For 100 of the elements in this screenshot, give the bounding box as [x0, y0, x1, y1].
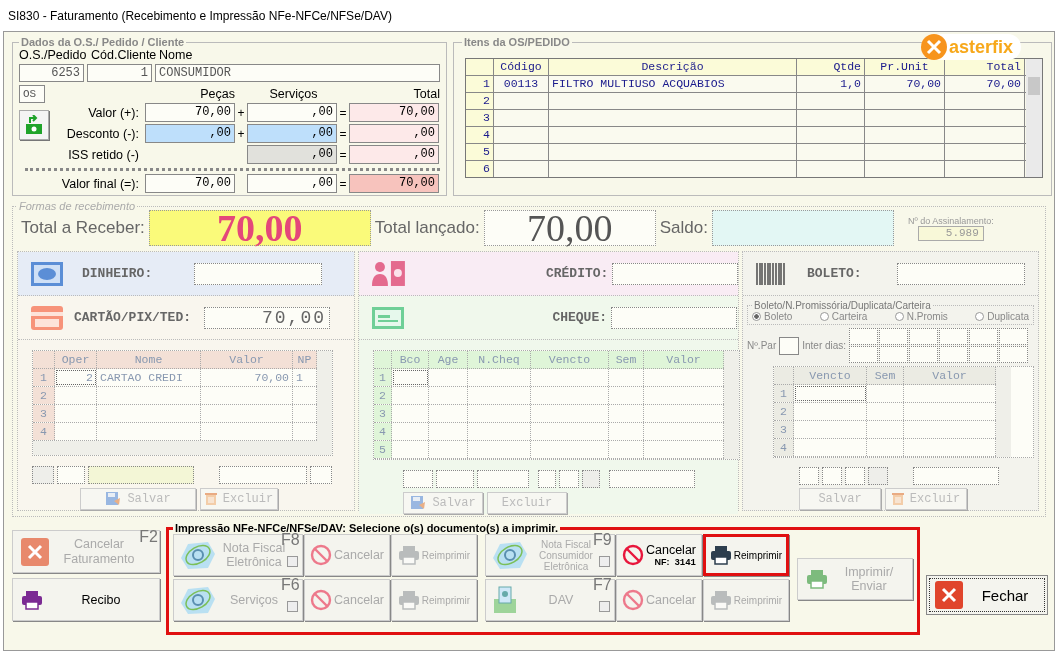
data-grid[interactable]: Oper Nome Valor NP 1 2 CARTAO CREDI 70,00 1 2 3 4 [32, 350, 333, 456]
scrollbar[interactable] [996, 367, 1011, 457]
input-field[interactable] [868, 467, 888, 485]
group-title: Boleto/N.Promissória/Duplicata/Carteira [753, 300, 931, 311]
close-button[interactable]: Fechar [926, 575, 1048, 615]
scrollbar[interactable] [317, 351, 332, 455]
column-header[interactable]: Nome [97, 351, 201, 368]
column-header[interactable]: Pr.Unit [865, 59, 945, 75]
scrollbar[interactable] [1026, 59, 1042, 177]
column-header[interactable]: Vencto [531, 351, 609, 368]
column-header[interactable]: Oper [55, 351, 97, 368]
input-field[interactable] [999, 328, 1029, 345]
installments-label: Nº.Par [747, 340, 777, 351]
input-field[interactable] [611, 306, 737, 329]
input-field[interactable] [849, 328, 879, 345]
total-field[interactable]: 70,00 [148, 210, 371, 246]
scrollbar[interactable] [33, 441, 317, 455]
data-grid[interactable]: Vencto Sem Valor 1 2 3 4 [773, 366, 1034, 458]
signal-field[interactable]: 5.989 [917, 225, 984, 241]
column-header[interactable]: Qtde [797, 59, 865, 75]
input-field[interactable] [939, 328, 969, 345]
total-field[interactable]: ,00 [349, 145, 439, 164]
input-field[interactable] [310, 466, 332, 484]
input-field[interactable] [999, 346, 1029, 363]
input-field[interactable] [403, 470, 433, 488]
input-field[interactable] [612, 262, 738, 285]
input-field[interactable] [845, 467, 865, 485]
services-field[interactable]: ,00 [247, 145, 337, 164]
cash-label: DINHEIRO: [82, 266, 154, 281]
radio-button[interactable] [975, 312, 985, 321]
services-field[interactable]: ,00 [247, 124, 337, 143]
parts-field[interactable]: 70,00 [145, 174, 235, 193]
column-header[interactable]: Sem [867, 367, 904, 384]
radio-button[interactable] [894, 312, 904, 321]
radio-button[interactable] [752, 312, 761, 321]
input-field[interactable]: CONSUMIDOR [155, 64, 440, 82]
input-field[interactable] [538, 470, 556, 488]
total-field[interactable]: 70,00 [349, 103, 439, 122]
input-field[interactable] [32, 466, 54, 484]
total-field[interactable]: 70,00 [349, 174, 439, 193]
launched-field[interactable]: 70,00 [483, 210, 656, 246]
column-header[interactable]: Vencto [794, 367, 867, 384]
input-field[interactable] [939, 346, 969, 363]
input-field[interactable] [799, 467, 819, 485]
column-header[interactable]: N.Cheq [468, 351, 531, 368]
input-field[interactable] [849, 346, 879, 363]
column-header[interactable]: Total [945, 59, 1025, 75]
cheque-icon [371, 305, 405, 330]
parts-field[interactable]: 70,00 [145, 103, 235, 122]
field-label: Cód.Cliente [91, 48, 158, 63]
plus-sign: + [237, 126, 245, 141]
input-field[interactable]: 6253 [19, 64, 84, 82]
column-header[interactable]: Valor [201, 351, 293, 368]
radio-option[interactable]: Carteira [819, 311, 868, 322]
type-field[interactable]: OS [19, 85, 45, 103]
input-field[interactable] [909, 328, 939, 345]
input-field[interactable] [969, 328, 999, 345]
input-field[interactable] [582, 470, 600, 488]
input-field[interactable] [879, 346, 909, 363]
items-table[interactable]: Código Descrição Qtde Pr.Unit Total 1 00113 FILTRO MULTIUSO ACQUABIOS 1,0 70,00 70,00 2 3 4 5 6 [465, 58, 1043, 178]
input-field[interactable] [88, 466, 194, 484]
input-field[interactable] [609, 470, 695, 488]
input-field[interactable] [477, 470, 529, 488]
balance-field[interactable] [711, 210, 894, 246]
scrollbar[interactable] [724, 351, 739, 459]
column-header[interactable]: Age [429, 351, 468, 368]
column-header[interactable]: Descrição [549, 59, 797, 75]
radio-option[interactable]: Duplicata [975, 311, 1029, 322]
column-header[interactable]: Código [494, 59, 549, 75]
input-field[interactable] [57, 466, 85, 484]
input-field[interactable] [436, 470, 474, 488]
radio-button[interactable] [819, 312, 829, 321]
services-field[interactable]: ,00 [247, 103, 337, 122]
row-number: 3 [374, 405, 392, 422]
input-field[interactable] [897, 262, 1025, 285]
parts-field[interactable]: ,00 [145, 124, 235, 143]
radio-option[interactable]: N.Promis [894, 311, 948, 322]
input-field[interactable] [879, 328, 909, 345]
refund-button[interactable] [19, 110, 49, 140]
input-field[interactable] [822, 467, 842, 485]
input-field[interactable] [969, 346, 999, 363]
window-title: SI830 - Faturamento (Recebimento e Impressão NFe-NFCe/NFSe/DAV) [8, 8, 392, 23]
field-label: Nome [159, 48, 193, 63]
receipt-button[interactable]: Recibo [12, 578, 160, 621]
services-field[interactable]: ,00 [247, 174, 337, 193]
column-header[interactable]: Sem [609, 351, 644, 368]
input-field[interactable] [909, 346, 939, 363]
column-header[interactable]: Bco [392, 351, 429, 368]
input-field[interactable] [194, 262, 322, 285]
data-grid[interactable]: Bco Age N.Cheq Vencto Sem Valor 1 2 3 4 5 [373, 350, 740, 460]
input-field[interactable] [219, 466, 307, 484]
input-field[interactable] [913, 467, 999, 485]
input-field[interactable] [779, 336, 800, 355]
equals-sign: = [339, 147, 347, 162]
row-number: 2 [466, 93, 494, 109]
input-field[interactable]: 1 [87, 64, 152, 82]
input-field[interactable]: 70,00 [204, 306, 330, 329]
input-field[interactable] [559, 470, 579, 488]
total-field[interactable]: ,00 [349, 124, 439, 143]
radio-option[interactable]: Boleto [752, 311, 793, 322]
